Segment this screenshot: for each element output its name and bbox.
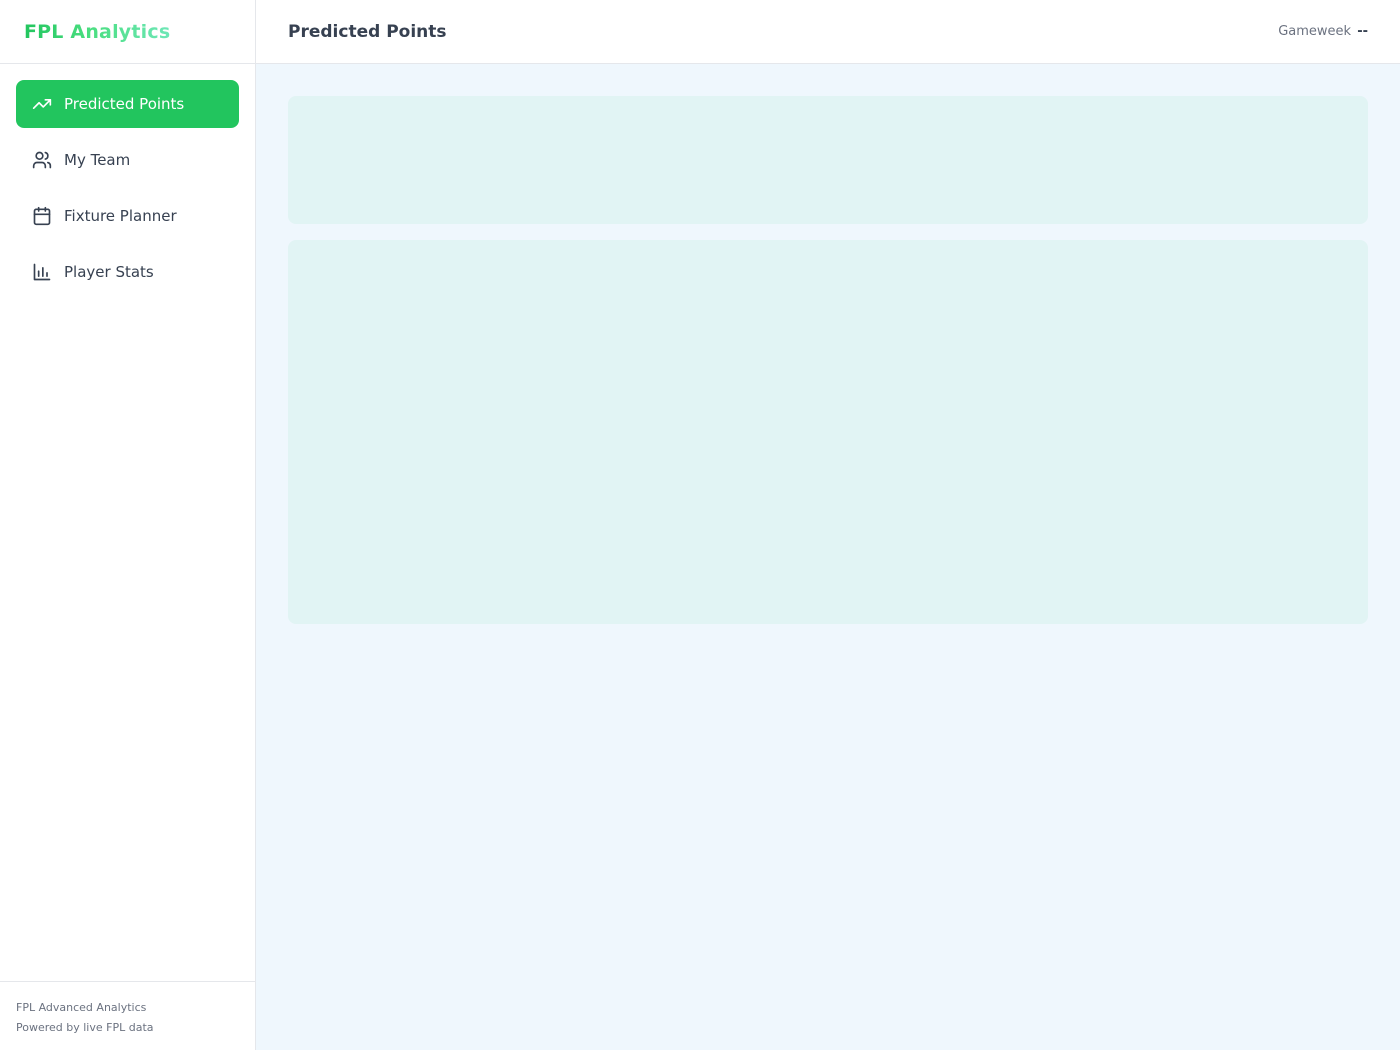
footer-subtitle: Powered by live FPL data (16, 1021, 154, 1034)
sidebar-item-label: Player Stats (64, 263, 154, 281)
sidebar-nav: Predicted Points My Team Fixture Planner… (0, 64, 255, 320)
brand-header: FPL Analytics (0, 0, 255, 64)
sidebar-item-label: My Team (64, 151, 131, 169)
sidebar-footer: FPL Advanced Analytics Powered by live F… (0, 981, 255, 1050)
bar-chart-icon (32, 262, 52, 282)
users-icon (32, 150, 52, 170)
sidebar: FPL Analytics Predicted Points My Team F… (0, 0, 256, 1050)
sidebar-item-predicted-points[interactable]: Predicted Points (16, 80, 239, 128)
loading-placeholder-summary (288, 96, 1368, 224)
top-header: Predicted Points Gameweek -- (256, 0, 1400, 64)
trending-up-icon (32, 94, 52, 114)
sidebar-item-fixture-planner[interactable]: Fixture Planner (16, 192, 239, 240)
sidebar-item-label: Predicted Points (64, 95, 185, 113)
sidebar-item-player-stats[interactable]: Player Stats (16, 248, 239, 296)
footer-title: FPL Advanced Analytics (16, 1001, 147, 1014)
calendar-icon (32, 206, 52, 226)
gameweek-label: Gameweek (1278, 24, 1352, 39)
app-root: FPL Analytics Predicted Points My Team F… (0, 0, 1400, 1050)
main-content (256, 64, 1400, 1050)
sidebar-item-my-team[interactable]: My Team (16, 136, 239, 184)
loading-placeholder-table (288, 240, 1368, 624)
sidebar-item-label: Fixture Planner (64, 207, 177, 225)
page-title: Predicted Points (288, 21, 447, 42)
gameweek-indicator: Gameweek -- (1278, 24, 1368, 39)
brand-logo-text[interactable]: FPL Analytics (24, 21, 170, 43)
gameweek-value: -- (1357, 24, 1368, 39)
